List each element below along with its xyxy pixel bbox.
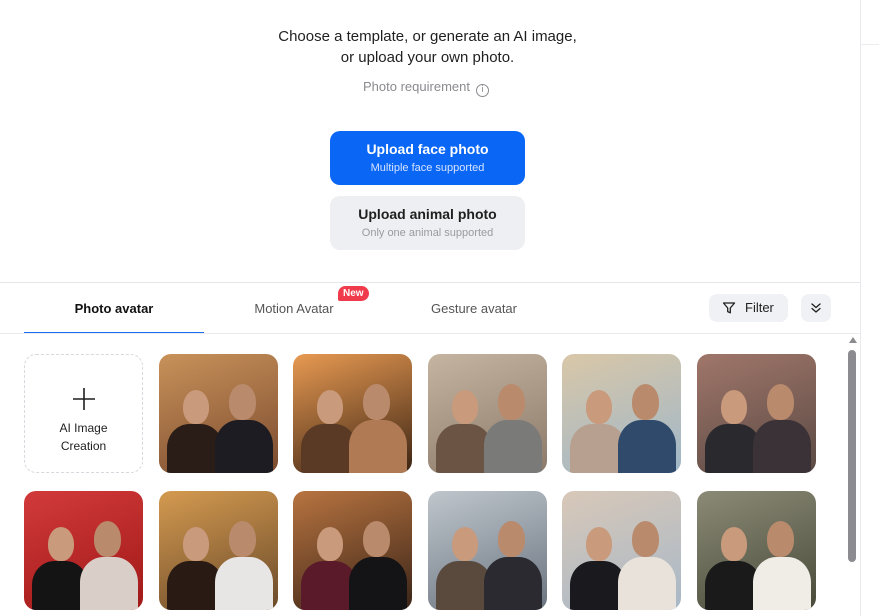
person-right-body bbox=[618, 557, 676, 610]
ai-card-line-1: AI Image bbox=[59, 421, 108, 435]
info-icon[interactable]: i bbox=[475, 84, 489, 97]
ai-card-line-2: Creation bbox=[60, 439, 107, 453]
scroll-thumb[interactable] bbox=[848, 350, 856, 562]
photo-requirement-label: Photo requirement bbox=[363, 79, 470, 94]
person-left-face bbox=[586, 390, 612, 424]
person-left-face bbox=[721, 390, 747, 424]
collapse-button[interactable] bbox=[801, 294, 831, 322]
template-card-night-glam-couple[interactable] bbox=[293, 491, 412, 610]
person-left-face bbox=[452, 390, 478, 424]
person-right-body bbox=[753, 557, 811, 610]
person-right-face bbox=[632, 521, 659, 557]
person-right-body bbox=[215, 420, 273, 473]
template-card-wedding-couple[interactable] bbox=[697, 491, 816, 610]
person-right-face bbox=[94, 521, 121, 557]
filter-label: Filter bbox=[745, 300, 774, 315]
template-card-city-sign-couple[interactable] bbox=[697, 354, 816, 473]
template-card-bokeh-couple[interactable] bbox=[159, 491, 278, 610]
person-right-face bbox=[498, 521, 525, 557]
upload-face-title: Upload face photo bbox=[366, 141, 489, 157]
person-right-face bbox=[632, 384, 659, 420]
upload-animal-photo-button[interactable]: Upload animal photo Only one animal supp… bbox=[330, 196, 525, 250]
right-panel-edge bbox=[860, 0, 879, 616]
ai-card-label: AI Image Creation bbox=[25, 419, 142, 455]
person-right-body bbox=[618, 420, 676, 473]
person-left-face bbox=[317, 527, 343, 561]
template-grid: AI Image Creation bbox=[24, 354, 824, 616]
person-right-face bbox=[363, 384, 390, 420]
person-right-face bbox=[767, 521, 794, 557]
person-right-body bbox=[349, 420, 407, 473]
intro-line-1: Choose a template, or generate an AI ima… bbox=[278, 28, 577, 45]
double-chevron-down-icon bbox=[811, 303, 821, 313]
person-right-face bbox=[767, 384, 794, 420]
template-card-street-couple[interactable] bbox=[428, 354, 547, 473]
upload-face-photo-button[interactable]: Upload face photo Multiple face supporte… bbox=[330, 131, 525, 185]
person-right-body bbox=[484, 557, 542, 610]
person-right-body bbox=[80, 557, 138, 610]
person-right-body bbox=[349, 557, 407, 610]
tab-gesture-avatar[interactable]: Gesture avatar bbox=[384, 283, 564, 333]
person-right-body bbox=[215, 557, 273, 610]
upload-animal-title: Upload animal photo bbox=[358, 206, 497, 222]
intro-line-2: or upload your own photo. bbox=[340, 49, 515, 66]
tabs-bottom-border bbox=[0, 333, 860, 334]
new-badge: New bbox=[338, 286, 369, 301]
person-right-body bbox=[484, 420, 542, 473]
funnel-icon bbox=[722, 302, 736, 314]
upload-animal-subtitle: Only one animal supported bbox=[361, 227, 494, 239]
person-left-face bbox=[586, 527, 612, 561]
template-card-balloon-couple[interactable] bbox=[562, 354, 681, 473]
person-right-face bbox=[229, 521, 256, 557]
person-left-face bbox=[183, 527, 209, 561]
photo-requirement-link[interactable]: Photo requirement i bbox=[0, 79, 852, 97]
template-card-paris-night-couple[interactable] bbox=[159, 354, 278, 473]
template-card-snow-couple[interactable] bbox=[428, 491, 547, 610]
tab-photo-avatar[interactable]: Photo avatar bbox=[24, 283, 204, 333]
template-card-red-carpet-couple[interactable] bbox=[24, 491, 143, 610]
person-left-face bbox=[317, 390, 343, 424]
person-right-body bbox=[753, 420, 811, 473]
person-left-face bbox=[452, 527, 478, 561]
template-card-beach-couple[interactable] bbox=[562, 491, 681, 610]
person-left-face bbox=[721, 527, 747, 561]
person-right-face bbox=[229, 384, 256, 420]
person-left-face bbox=[183, 390, 209, 424]
scroll-up-arrow-icon[interactable] bbox=[849, 337, 857, 343]
intro-text: Choose a template, or generate an AI ima… bbox=[0, 26, 855, 68]
template-card-sunset-selfie-couple[interactable] bbox=[293, 354, 412, 473]
ai-image-creation-card[interactable]: AI Image Creation bbox=[24, 354, 143, 473]
upload-face-subtitle: Multiple face supported bbox=[370, 162, 485, 174]
person-left-face bbox=[48, 527, 74, 561]
person-right-face bbox=[498, 384, 525, 420]
person-right-face bbox=[363, 521, 390, 557]
filter-button[interactable]: Filter bbox=[709, 294, 788, 322]
upload-intro: Choose a template, or generate an AI ima… bbox=[0, 0, 860, 283]
scrollbar[interactable] bbox=[846, 336, 858, 616]
plus-icon bbox=[73, 388, 95, 410]
